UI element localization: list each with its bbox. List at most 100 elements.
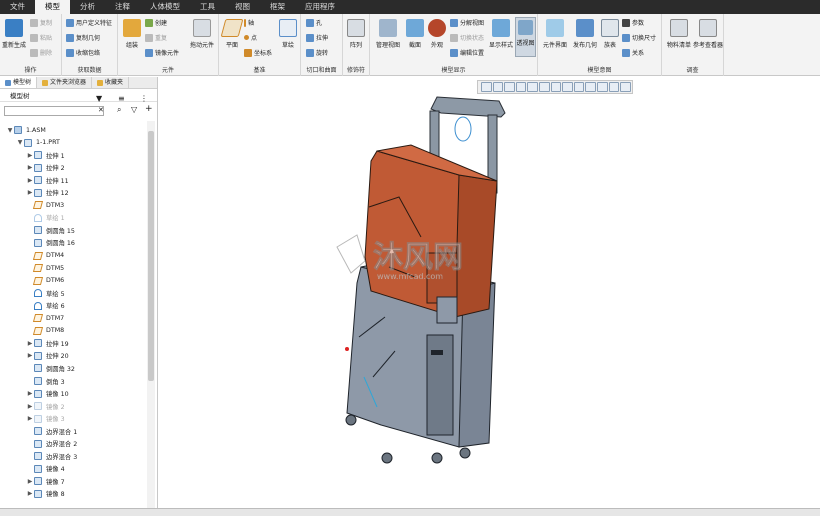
clear-search-icon[interactable]: ✕: [98, 106, 104, 114]
group-label-modifiers[interactable]: 修饰符: [343, 65, 369, 74]
section-button[interactable]: 截面: [405, 19, 425, 49]
component-interface-button[interactable]: 元件界面: [541, 19, 569, 49]
group-label-operations[interactable]: 操作: [0, 65, 61, 74]
tree-panel-menu-icon[interactable]: ⋮: [140, 94, 148, 103]
tree-search-input[interactable]: [4, 106, 104, 116]
tree-item[interactable]: DTM4: [26, 250, 64, 262]
group-label-component[interactable]: 元件: [118, 65, 218, 74]
udf-button[interactable]: 用户定义特征: [66, 18, 112, 27]
tab-model-tree[interactable]: 模型树: [0, 77, 38, 88]
tab-6[interactable]: 视图: [225, 0, 260, 14]
tree-item[interactable]: DTM3: [26, 199, 64, 211]
tab-8[interactable]: 应用程序: [295, 0, 345, 14]
repeat-button[interactable]: 重复: [145, 33, 167, 42]
expand-arrow-icon[interactable]: ▶: [26, 490, 34, 497]
switch-dimensions-button[interactable]: 切换尺寸: [622, 33, 656, 42]
tree-item[interactable]: ▶ 镜像 7: [26, 475, 65, 487]
shrinkwrap-button[interactable]: 收缩包络: [66, 48, 100, 57]
tree-item[interactable]: ▶ 镜像 10: [26, 388, 69, 400]
group-label-get-data[interactable]: 获取数据: [62, 65, 117, 74]
csys-button[interactable]: 坐标系: [244, 48, 272, 57]
tree-scrollbar-thumb[interactable]: [148, 131, 154, 381]
expand-arrow-icon[interactable]: ▶: [26, 403, 34, 410]
tree-item[interactable]: ▶ 拉伸 11: [26, 174, 69, 186]
delete-button[interactable]: 删除: [30, 48, 52, 57]
reference-viewer-button[interactable]: 参考查看器: [693, 19, 723, 49]
tree-item[interactable]: 倒角 3: [26, 375, 65, 387]
group-label-model-display[interactable]: 模型显示: [370, 65, 537, 74]
toggle-status-button[interactable]: 切换状态: [450, 33, 484, 42]
paste-button[interactable]: 粘贴: [30, 33, 52, 42]
expand-arrow-icon[interactable]: ▶: [26, 177, 34, 184]
filter-icon[interactable]: ▽: [131, 105, 137, 114]
appearance-button[interactable]: 外观: [427, 19, 447, 49]
tree-item[interactable]: 倒圆角 16: [26, 237, 75, 249]
perspective-button[interactable]: 透视图: [515, 17, 536, 57]
parameters-button[interactable]: 参数: [622, 18, 644, 27]
tab-5[interactable]: 工具: [190, 0, 225, 14]
expand-arrow-icon[interactable]: ▶: [26, 352, 34, 359]
edit-position-button[interactable]: 编辑位置: [450, 48, 484, 57]
display-style-button[interactable]: 显示样式: [487, 19, 515, 49]
manage-views-button[interactable]: 管理视图: [374, 19, 402, 49]
family-table-button[interactable]: 族表: [601, 19, 619, 49]
copy-geometry-button[interactable]: 复制几何: [66, 33, 100, 42]
tab-folder-browser[interactable]: 文件夹浏览器: [37, 77, 93, 88]
tree-item[interactable]: DTM5: [26, 262, 64, 274]
pattern-button[interactable]: 阵列: [346, 19, 366, 49]
tree-settings-icon[interactable]: ▼: [96, 94, 102, 103]
tree-item[interactable]: 镜像 4: [26, 463, 65, 475]
expand-arrow-icon[interactable]: ▼: [6, 127, 14, 134]
relations-button[interactable]: 关系: [622, 48, 644, 57]
expand-arrow-icon[interactable]: ▶: [26, 189, 34, 196]
tab-favorites[interactable]: 收藏夹: [92, 77, 130, 88]
find-icon[interactable]: ⌕: [117, 105, 121, 115]
expand-arrow-icon[interactable]: ▶: [26, 415, 34, 422]
regenerate-button[interactable]: 重新生成: [2, 19, 26, 49]
drag-component-button[interactable]: 拖动元件: [188, 19, 216, 49]
tree-item[interactable]: 边界混合 1: [26, 425, 77, 437]
revolve-button[interactable]: 旋转: [306, 48, 328, 57]
point-button[interactable]: 点: [244, 33, 257, 42]
tree-item[interactable]: DTM6: [26, 275, 64, 287]
exploded-view-button[interactable]: 分解视图: [450, 18, 484, 27]
mirror-component-button[interactable]: 镜像元件: [145, 48, 179, 57]
tree-item[interactable]: 草绘 5: [26, 287, 65, 299]
bom-button[interactable]: 物料清单: [665, 19, 693, 49]
tree-scrollbar[interactable]: [147, 121, 155, 511]
tab-0[interactable]: 文件: [0, 0, 35, 14]
expand-arrow-icon[interactable]: ▶: [26, 164, 34, 171]
tree-item[interactable]: ▶ 拉伸 20: [26, 350, 69, 362]
tab-3[interactable]: 注释: [105, 0, 140, 14]
expand-arrow-icon[interactable]: ▼: [16, 139, 24, 146]
tree-item[interactable]: ▶ 拉伸 19: [26, 337, 69, 349]
tab-4[interactable]: 人体模型: [140, 0, 190, 14]
tree-show-icon[interactable]: ≡: [118, 94, 125, 103]
group-label-model-intent[interactable]: 模型意图: [538, 65, 661, 74]
group-label-datum[interactable]: 基准: [219, 65, 300, 74]
tree-item[interactable]: 草绘 1: [26, 212, 65, 224]
extrude-button[interactable]: 拉伸: [306, 33, 328, 42]
tree-item[interactable]: ▶ 拉伸 12: [26, 187, 69, 199]
tree-item[interactable]: ▶ 拉伸 1: [26, 149, 65, 161]
tree-item[interactable]: DTM8: [26, 325, 64, 337]
axis-button[interactable]: 轴: [244, 18, 254, 27]
plane-button[interactable]: 平面: [220, 19, 244, 49]
tree-item[interactable]: 草绘 6: [26, 300, 65, 312]
tree-item[interactable]: DTM7: [26, 312, 64, 324]
group-label-investigate[interactable]: 调查: [662, 65, 723, 74]
assemble-button[interactable]: 组装: [121, 19, 143, 49]
tab-2[interactable]: 分析: [70, 0, 105, 14]
add-icon[interactable]: +: [145, 104, 153, 114]
tree-item[interactable]: ▶ 镜像 2: [26, 400, 65, 412]
tree-item[interactable]: ▼ 1-1.PRT: [16, 137, 60, 149]
create-button[interactable]: 创建: [145, 18, 167, 27]
tree-item[interactable]: ▶ 镜像 8: [26, 488, 65, 500]
tree-item[interactable]: ▼ 1.ASM: [6, 124, 46, 136]
expand-arrow-icon[interactable]: ▶: [26, 152, 34, 159]
copy-button[interactable]: 复制: [30, 18, 52, 27]
hole-button[interactable]: 孔: [306, 18, 322, 27]
tree-item[interactable]: 边界混合 3: [26, 450, 77, 462]
graphics-area[interactable]: 沐风网 www.mfcad.com: [159, 77, 820, 508]
group-label-cuts-surfaces[interactable]: 切口和曲面: [301, 65, 342, 74]
